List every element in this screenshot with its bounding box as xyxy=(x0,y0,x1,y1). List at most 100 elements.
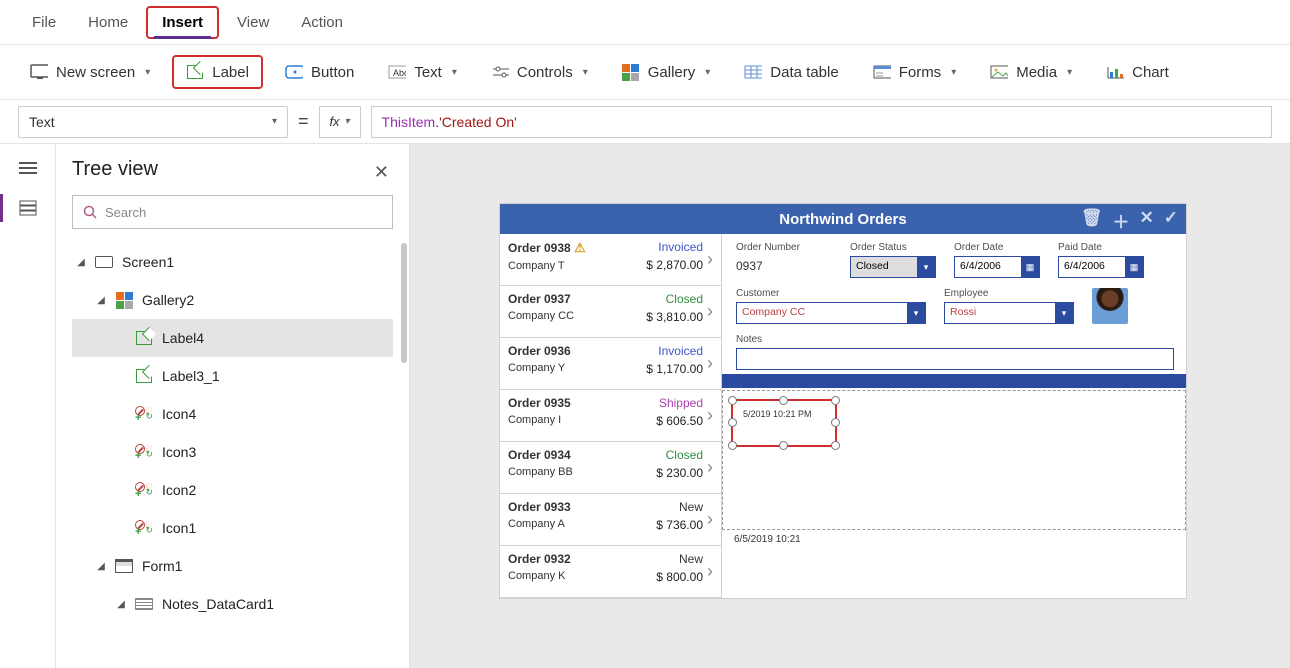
check-icon[interactable]: ✓ xyxy=(1164,208,1178,233)
warning-icon: ⚠ xyxy=(574,240,586,255)
customer-value: Company CC xyxy=(737,303,907,323)
ribbon-datatable[interactable]: Data table xyxy=(732,57,850,87)
order-date-picker[interactable]: 6/4/2006 ▦ xyxy=(954,256,1040,278)
ribbon-chart[interactable]: Chart xyxy=(1094,57,1181,87)
tree-node-label: Form1 xyxy=(142,558,182,574)
calendar-icon: ▦ xyxy=(1125,257,1143,277)
tree-node-gallery2[interactable]: ◢ Gallery2 xyxy=(72,281,393,319)
tree-node-label: Icon4 xyxy=(162,406,196,422)
tree-node-label3-1[interactable]: Label3_1 xyxy=(72,357,393,395)
label-icon xyxy=(186,63,204,81)
tree-search-input[interactable]: Search xyxy=(72,195,393,229)
ribbon-new-screen[interactable]: New screen ▾ xyxy=(18,57,162,87)
close-icon[interactable]: ✕ xyxy=(374,162,389,183)
order-amount: $ 800.00 xyxy=(656,570,703,584)
ribbon-text[interactable]: Abc Text ▾ xyxy=(376,57,469,87)
hamburger-icon[interactable] xyxy=(16,158,40,178)
gallery-row[interactable]: Order 0932Company KNew$ 800.00› xyxy=(500,546,721,598)
notes-input[interactable] xyxy=(736,348,1174,370)
cancel-icon[interactable]: ✕ xyxy=(1140,208,1154,233)
resize-handle[interactable] xyxy=(728,418,737,427)
order-amount: $ 3,810.00 xyxy=(646,310,703,324)
ribbon-label[interactable]: Label xyxy=(172,55,263,89)
order-status-dropdown[interactable]: Closed ▾ xyxy=(850,256,936,278)
employee-label: Employee xyxy=(944,288,1074,299)
expander-icon[interactable]: ◢ xyxy=(96,295,106,306)
order-company: Company CC xyxy=(508,310,646,322)
selected-label-control[interactable]: 5/2019 10:21 PM xyxy=(731,399,837,447)
menu-insert[interactable]: Insert xyxy=(146,6,219,39)
ribbon-gallery[interactable]: Gallery ▾ xyxy=(610,57,723,87)
header-icons: 🗑 ＋ ✕ ✓ xyxy=(1081,208,1178,233)
menu-bar: File Home Insert View Action xyxy=(0,0,1290,44)
gallery-row[interactable]: Order 0936Company YInvoiced$ 1,170.00› xyxy=(500,338,721,390)
expander-icon[interactable]: ◢ xyxy=(116,599,126,610)
expander-icon[interactable]: ◢ xyxy=(96,561,106,572)
chevron-right-icon[interactable]: › xyxy=(707,249,713,270)
property-selector[interactable]: Text ▾ xyxy=(18,106,288,138)
menu-file[interactable]: File xyxy=(18,8,70,37)
formula-input[interactable]: ThisItem.'Created On' xyxy=(371,106,1272,138)
chevron-right-icon[interactable]: › xyxy=(707,561,713,582)
gallery-row[interactable]: Order 0937Company CCClosed$ 3,810.00› xyxy=(500,286,721,338)
employee-avatar xyxy=(1092,288,1128,324)
canvas[interactable]: Northwind Orders 🗑 ＋ ✕ ✓ Order 0938 ⚠Com… xyxy=(410,144,1290,668)
paid-date-value: 6/4/2006 xyxy=(1059,257,1125,277)
employee-dropdown[interactable]: Rossi ▾ xyxy=(944,302,1074,324)
tree-view-icon[interactable] xyxy=(16,198,40,218)
resize-handle[interactable] xyxy=(728,396,737,405)
scrollbar-thumb[interactable] xyxy=(401,243,407,363)
orders-gallery[interactable]: Order 0938 ⚠Company TInvoiced$ 2,870.00›… xyxy=(500,234,722,598)
ribbon-controls[interactable]: Controls ▾ xyxy=(479,57,600,87)
customer-dropdown[interactable]: Company CC ▾ xyxy=(736,302,926,324)
media-icon xyxy=(990,63,1008,81)
gallery-row[interactable]: Order 0935Company IShipped$ 606.50› xyxy=(500,390,721,442)
app-preview[interactable]: Northwind Orders 🗑 ＋ ✕ ✓ Order 0938 ⚠Com… xyxy=(500,204,1186,598)
menu-view[interactable]: View xyxy=(223,8,283,37)
chevron-down-icon: ▾ xyxy=(452,67,457,78)
chevron-right-icon[interactable]: › xyxy=(707,301,713,322)
ribbon: New screen ▾ Label Button Abc Text ▾ Con… xyxy=(0,44,1290,100)
resize-handle[interactable] xyxy=(831,441,840,450)
order-number-value: 0937 xyxy=(736,256,832,273)
form-body-area[interactable]: 5/2019 10:21 PM xyxy=(722,390,1186,530)
chevron-right-icon[interactable]: › xyxy=(707,405,713,426)
tree-node-form1[interactable]: ◢ Form1 xyxy=(72,547,393,585)
gallery-row[interactable]: Order 0938 ⚠Company TInvoiced$ 2,870.00› xyxy=(500,234,721,286)
app-header: Northwind Orders 🗑 ＋ ✕ ✓ xyxy=(500,204,1186,234)
chevron-right-icon[interactable]: › xyxy=(707,457,713,478)
paid-date-picker[interactable]: 6/4/2006 ▦ xyxy=(1058,256,1144,278)
resize-handle[interactable] xyxy=(831,418,840,427)
plus-icon[interactable]: ＋ xyxy=(1113,208,1130,233)
tree-node-label: Icon2 xyxy=(162,482,196,498)
tree-node-notes-datacard1[interactable]: ◢ Notes_DataCard1 xyxy=(72,585,393,623)
tree-node-icon1[interactable]: ♡+↻ Icon1 xyxy=(72,509,393,547)
ribbon-forms[interactable]: Forms ▾ xyxy=(861,57,969,87)
tree-list: ◢ Screen1 ◢ Gallery2 Label4 Label3_1 xyxy=(72,243,393,623)
menu-action[interactable]: Action xyxy=(287,8,357,37)
chevron-right-icon[interactable]: › xyxy=(707,509,713,530)
fx-button[interactable]: fx ▾ xyxy=(319,106,361,138)
ribbon-button[interactable]: Button xyxy=(273,57,366,87)
timestamp-label: 6/5/2019 10:21 xyxy=(734,534,1174,545)
resize-handle[interactable] xyxy=(728,441,737,450)
gallery-row[interactable]: Order 0934Company BBClosed$ 230.00› xyxy=(500,442,721,494)
gallery-row[interactable]: Order 0933Company ANew$ 736.00› xyxy=(500,494,721,546)
ribbon-media[interactable]: Media ▾ xyxy=(978,57,1084,87)
tree-node-label4[interactable]: Label4 xyxy=(72,319,393,357)
resize-handle[interactable] xyxy=(831,396,840,405)
expander-icon[interactable]: ◢ xyxy=(76,257,86,268)
tree-node-icon4[interactable]: ♡+↻ Icon4 xyxy=(72,395,393,433)
menu-home[interactable]: Home xyxy=(74,8,142,37)
tree-node-icon3[interactable]: ♡+↻ Icon3 xyxy=(72,433,393,471)
trash-icon[interactable]: 🗑 xyxy=(1081,208,1103,233)
chevron-right-icon[interactable]: › xyxy=(707,353,713,374)
chevron-down-icon: ▾ xyxy=(272,116,277,127)
resize-handle[interactable] xyxy=(779,396,788,405)
order-amount: $ 2,870.00 xyxy=(646,258,703,272)
tree-node-icon2[interactable]: ♡+↻ Icon2 xyxy=(72,471,393,509)
datacard-icon xyxy=(134,595,154,613)
calendar-icon: ▦ xyxy=(1021,257,1039,277)
resize-handle[interactable] xyxy=(779,441,788,450)
tree-node-screen1[interactable]: ◢ Screen1 xyxy=(72,243,393,281)
